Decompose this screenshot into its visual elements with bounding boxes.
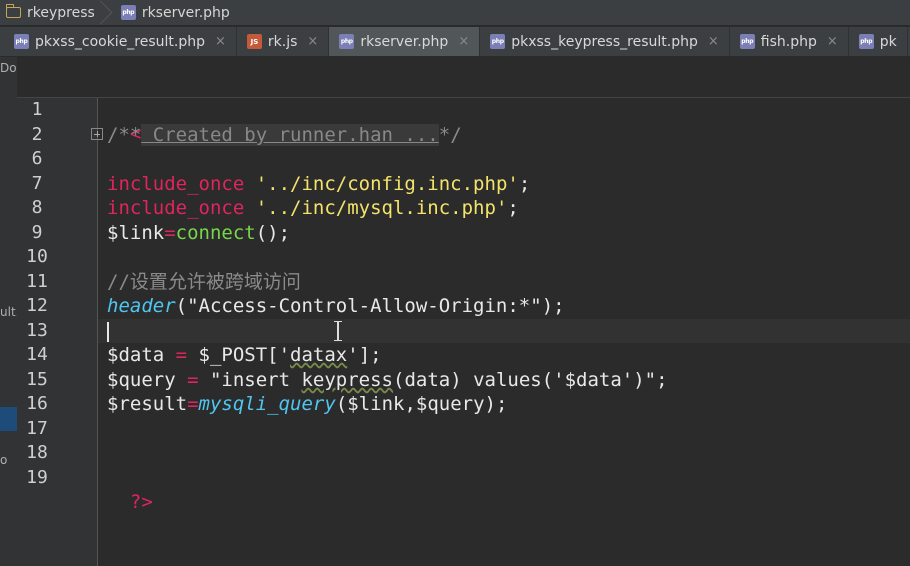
code-line-9: $link=connect(); <box>107 221 290 245</box>
editor-header-area <box>17 57 910 98</box>
line-number: 18 <box>26 442 48 463</box>
close-icon[interactable]: × <box>215 34 226 49</box>
php-close-tag: ?> <box>129 491 153 513</box>
line-number: 6 <box>31 148 43 169</box>
string-literal: "insert <box>198 369 302 391</box>
punctuation: ; <box>518 173 531 195</box>
breadcrumb-item-rkeypress[interactable]: rkeypress <box>0 0 107 26</box>
current-line-highlight <box>98 319 910 343</box>
punctuation: ']; <box>347 344 382 366</box>
tab-label: pkxss_cookie_result.php <box>35 33 206 50</box>
builtin-function: mysqli_query <box>198 393 336 415</box>
close-icon[interactable]: × <box>827 34 838 49</box>
builtin-function: header <box>107 295 176 317</box>
string-literal: '../inc/mysql.inc.php' <box>244 197 508 219</box>
tab-label: pk <box>879 33 897 50</box>
line-number: 17 <box>26 418 48 439</box>
variable: $link <box>107 222 165 244</box>
line-number: 10 <box>26 246 48 267</box>
expression: $_POST[' <box>187 344 291 366</box>
doc-comment-open: /** <box>107 124 142 146</box>
variable: $result <box>107 393 188 415</box>
code-line-11: //设置允许被跨域访问 <box>107 270 301 294</box>
sql-table: keypress <box>301 369 393 391</box>
tab-label: pkxss_keypress_result.php <box>511 33 698 50</box>
tab-pkxss-keypress-result[interactable]: php pkxss_keypress_result.php × <box>480 27 730 56</box>
line-number: 15 <box>26 369 48 390</box>
tab-pk[interactable]: php pk <box>849 27 908 56</box>
strip-selection[interactable] <box>0 407 17 431</box>
breadcrumb-label: rkeypress <box>27 4 95 21</box>
left-tool-strip: Do ult. o <box>0 57 18 566</box>
code-line-8: include_once '../inc/mysql.inc.php'; <box>107 196 519 220</box>
tab-rk-js[interactable]: JS rk.js × <box>237 27 330 56</box>
code-line-19: ?> <box>107 466 153 514</box>
close-icon[interactable]: × <box>708 34 719 49</box>
operator: = <box>175 344 188 366</box>
fold-expand-icon[interactable] <box>91 128 103 140</box>
tab-pkxss-cookie-result[interactable]: php pkxss_cookie_result.php × <box>0 27 237 56</box>
line-number: 7 <box>31 173 43 194</box>
php-file-icon: php <box>739 34 755 49</box>
line-number: 1 <box>31 99 43 120</box>
code-line-16: $result=mysqli_query($link,$query); <box>107 392 507 416</box>
arguments: ("Access-Control-Allow-Origin:*"); <box>175 295 565 317</box>
strip-label[interactable]: Do <box>0 61 17 75</box>
php-file-icon: php <box>339 34 355 49</box>
breadcrumb-item-rkserver[interactable]: php rkserver.php <box>107 0 242 26</box>
code-line-12: header("Access-Control-Allow-Origin:*"); <box>107 294 565 318</box>
code-line-2: /** Created by runner.han ...*/ <box>107 123 462 147</box>
array-key: datax <box>290 344 348 366</box>
tab-label: rkserver.php <box>360 33 449 50</box>
js-file-icon: JS <box>246 34 262 49</box>
variable: $query <box>107 369 188 391</box>
keyword: include_once <box>107 173 245 195</box>
punctuation: (); <box>255 222 291 244</box>
code-line-7: include_once '../inc/config.inc.php'; <box>107 172 530 196</box>
editor-tab-bar: php pkxss_cookie_result.php × JS rk.js ×… <box>0 27 910 57</box>
line-number: 11 <box>26 271 48 292</box>
line-number: 14 <box>26 344 48 365</box>
tab-label: rk.js <box>267 33 298 50</box>
tab-fish[interactable]: php fish.php × <box>730 27 849 56</box>
collapsed-comment[interactable]: Created by runner.han ... <box>141 124 439 146</box>
arguments: ($link,$query); <box>335 393 508 415</box>
line-comment: //设置允许被跨域访问 <box>107 271 301 293</box>
doc-comment-close: */ <box>438 124 462 146</box>
text-caret <box>107 322 109 342</box>
keyword: include_once <box>107 197 245 219</box>
breadcrumb-label: rkserver.php <box>141 4 230 21</box>
php-file-icon: php <box>858 34 874 49</box>
line-number: 2 <box>31 124 43 145</box>
php-file-icon: php <box>490 34 506 49</box>
function-call: connect <box>175 222 256 244</box>
strip-label[interactable]: ult. <box>0 305 17 319</box>
variable: $data <box>107 344 176 366</box>
close-icon[interactable]: × <box>307 34 318 49</box>
code-line-15: $query = "insert keypress(data) values('… <box>107 368 668 392</box>
punctuation: ; <box>507 197 519 219</box>
operator: = <box>187 369 199 391</box>
string-literal: '../inc/config.inc.php' <box>244 173 519 195</box>
code-line-14: $data = $_POST['datax']; <box>107 343 382 367</box>
line-number: 19 <box>26 467 48 488</box>
line-number: 9 <box>31 222 43 243</box>
php-file-icon: php <box>14 34 29 49</box>
close-icon[interactable]: × <box>458 34 469 49</box>
operator: = <box>164 222 176 244</box>
line-number: 12 <box>26 295 48 316</box>
php-file-icon: php <box>120 5 136 20</box>
string-literal: (data) values('$data')"; <box>393 369 668 391</box>
tab-label: fish.php <box>760 33 817 50</box>
line-number: 16 <box>26 393 48 414</box>
tab-rkserver[interactable]: php rkserver.php × <box>329 27 481 56</box>
breadcrumb: rkeypress php rkserver.php <box>0 0 910 26</box>
folder-icon <box>5 4 21 18</box>
ibeam-cursor-icon <box>333 319 343 343</box>
operator: = <box>187 393 199 415</box>
line-number: 8 <box>31 197 43 218</box>
strip-label[interactable]: o <box>0 453 17 467</box>
line-number: 13 <box>26 320 48 341</box>
